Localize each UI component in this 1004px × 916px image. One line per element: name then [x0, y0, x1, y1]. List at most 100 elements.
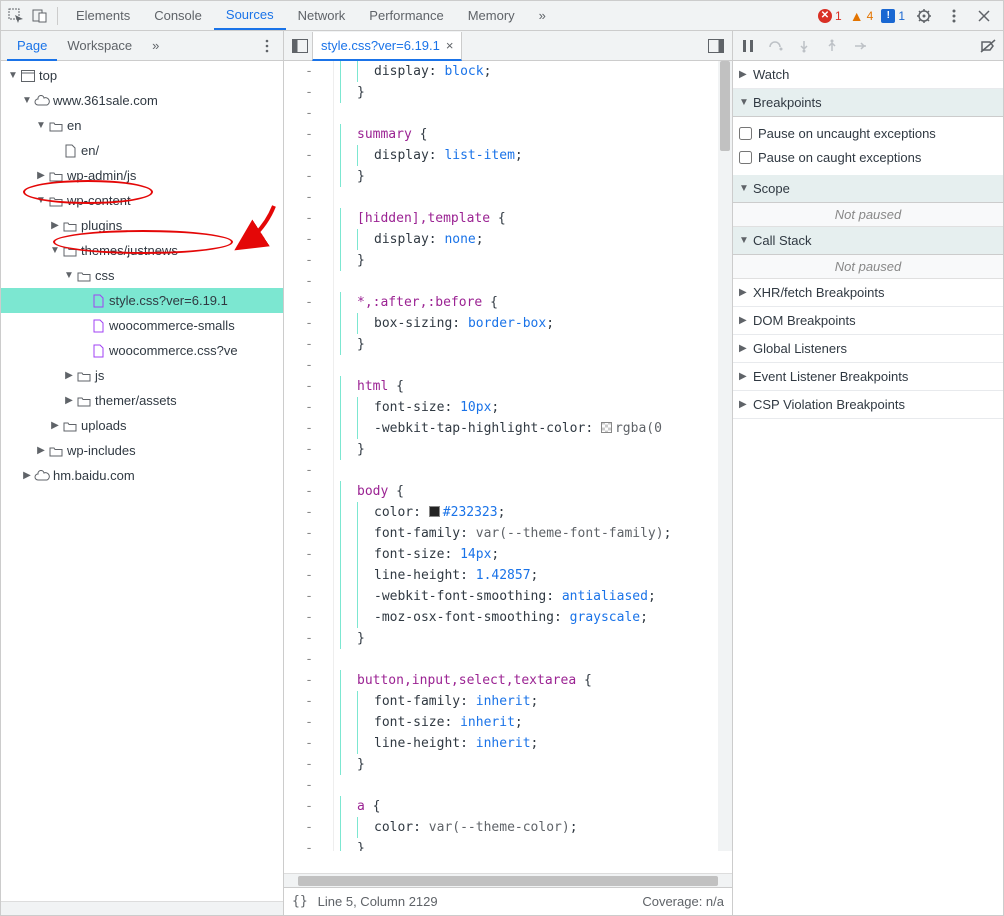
pause-uncaught-checkbox[interactable]	[739, 127, 752, 140]
tab-elements[interactable]: Elements	[64, 1, 142, 30]
gutter-line[interactable]: -	[284, 397, 334, 418]
gutter-line[interactable]: -	[284, 376, 334, 397]
chevron-down-icon[interactable]: ▼	[21, 95, 33, 106]
chevron-right-icon[interactable]: ▶	[49, 220, 61, 231]
editor-horizontal-scrollbar[interactable]	[284, 873, 732, 887]
subtab-workspace[interactable]: Workspace	[57, 31, 142, 60]
device-toggle-icon[interactable]	[29, 5, 51, 27]
gutter-line[interactable]: -	[284, 838, 334, 859]
tree-row[interactable]: style.css?ver=6.19.1	[1, 288, 283, 313]
chevron-right-icon[interactable]: ▶	[63, 395, 75, 406]
tree-row[interactable]: ▼wp-content	[1, 188, 283, 213]
tree-row[interactable]: ▶wp-admin/js	[1, 163, 283, 188]
chevron-right-icon[interactable]: ▶	[35, 170, 47, 181]
tree-row[interactable]: ▼www.361sale.com	[1, 88, 283, 113]
tab-network[interactable]: Network	[286, 1, 358, 30]
file-tab[interactable]: style.css?ver=6.19.1 ×	[312, 32, 462, 61]
step-over-icon[interactable]	[767, 39, 785, 53]
code-content[interactable]: display: block;} summary {display: list-…	[334, 61, 732, 851]
step-icon[interactable]	[851, 39, 869, 53]
tree-row[interactable]: ▶js	[1, 363, 283, 388]
editor-vertical-scrollbar[interactable]	[718, 61, 732, 851]
kebab-menu-icon[interactable]	[943, 5, 965, 27]
gutter-line[interactable]: -	[284, 250, 334, 271]
tab-performance[interactable]: Performance	[357, 1, 455, 30]
close-devtools-icon[interactable]	[973, 5, 995, 27]
gutter-line[interactable]: -	[284, 565, 334, 586]
errors-badge[interactable]: ✕1	[818, 9, 842, 23]
section-event[interactable]: ▶Event Listener Breakpoints	[733, 363, 1003, 391]
tree-row[interactable]: ▼css	[1, 263, 283, 288]
pause-caught-checkbox[interactable]	[739, 151, 752, 164]
gutter-line[interactable]: -	[284, 670, 334, 691]
chevron-down-icon[interactable]: ▼	[35, 195, 47, 206]
section-csp[interactable]: ▶CSP Violation Breakpoints	[733, 391, 1003, 419]
gutter-line[interactable]: -	[284, 502, 334, 523]
warnings-badge[interactable]: ▲4	[850, 9, 874, 23]
gutter-line[interactable]: -	[284, 166, 334, 187]
tree-row[interactable]: ▼en	[1, 113, 283, 138]
pause-icon[interactable]	[739, 39, 757, 53]
tree-horizontal-scrollbar[interactable]	[1, 901, 283, 915]
step-into-icon[interactable]	[795, 39, 813, 53]
tab-sources[interactable]: Sources	[214, 1, 286, 30]
gutter-line[interactable]: -	[284, 145, 334, 166]
gutter-line[interactable]: -	[284, 103, 334, 124]
deactivate-breakpoints-icon[interactable]	[979, 39, 997, 53]
issues-badge[interactable]: !1	[881, 9, 905, 23]
pause-caught-row[interactable]: Pause on caught exceptions	[739, 145, 997, 169]
gutter-line[interactable]: -	[284, 586, 334, 607]
tab-memory[interactable]: Memory	[456, 1, 527, 30]
pause-uncaught-row[interactable]: Pause on uncaught exceptions	[739, 121, 997, 145]
tree-row[interactable]: ▶wp-includes	[1, 438, 283, 463]
section-dom[interactable]: ▶DOM Breakpoints	[733, 307, 1003, 335]
chevron-right-icon[interactable]: ▶	[49, 420, 61, 431]
gutter-line[interactable]: -	[284, 334, 334, 355]
gutter-line[interactable]: -	[284, 775, 334, 796]
subtab-page[interactable]: Page	[7, 32, 57, 61]
gutter-line[interactable]: -	[284, 733, 334, 754]
gutter-line[interactable]: -	[284, 187, 334, 208]
tab-console[interactable]: Console	[142, 1, 214, 30]
gutter-line[interactable]: -	[284, 418, 334, 439]
gutter-line[interactable]: -	[284, 712, 334, 733]
chevron-down-icon[interactable]: ▼	[35, 120, 47, 131]
inspect-icon[interactable]	[5, 5, 27, 27]
subtab-more-icon[interactable]: »	[142, 31, 169, 60]
gutter-line[interactable]: -	[284, 292, 334, 313]
gutter-line[interactable]: -	[284, 124, 334, 145]
gutter-line[interactable]: -	[284, 544, 334, 565]
tree-row[interactable]: woocommerce.css?ve	[1, 338, 283, 363]
format-icon[interactable]: {}	[292, 894, 308, 909]
section-xhr[interactable]: ▶XHR/fetch Breakpoints	[733, 279, 1003, 307]
section-watch[interactable]: ▶Watch	[733, 61, 1003, 89]
gutter-line[interactable]: -	[284, 817, 334, 838]
tree-row[interactable]: ▼themes/justnews	[1, 238, 283, 263]
settings-icon[interactable]	[913, 5, 935, 27]
chevron-down-icon[interactable]: ▼	[49, 245, 61, 256]
gutter-line[interactable]: -	[284, 313, 334, 334]
tree-row[interactable]: woocommerce-smalls	[1, 313, 283, 338]
gutter-line[interactable]: -	[284, 82, 334, 103]
gutter-line[interactable]: -	[284, 460, 334, 481]
chevron-down-icon[interactable]: ▼	[7, 70, 19, 81]
toggle-navigator-icon[interactable]	[288, 34, 312, 58]
gutter-line[interactable]: -	[284, 628, 334, 649]
gutter-line[interactable]: -	[284, 355, 334, 376]
chevron-right-icon[interactable]: ▶	[63, 370, 75, 381]
section-scope[interactable]: ▼Scope	[733, 175, 1003, 203]
gutter-line[interactable]: -	[284, 439, 334, 460]
section-global[interactable]: ▶Global Listeners	[733, 335, 1003, 363]
gutter-line[interactable]: -	[284, 61, 334, 82]
chevron-right-icon[interactable]: ▶	[21, 470, 33, 481]
tree-row[interactable]: ▶hm.baidu.com	[1, 463, 283, 488]
tree-row[interactable]: ▶themer/assets	[1, 388, 283, 413]
gutter-line[interactable]: -	[284, 229, 334, 250]
gutter-line[interactable]: -	[284, 271, 334, 292]
navigator-menu-icon[interactable]	[257, 39, 277, 53]
code-editor[interactable]: -------------------------------------- d…	[284, 61, 732, 873]
step-out-icon[interactable]	[823, 39, 841, 53]
section-breakpoints[interactable]: ▼Breakpoints	[733, 89, 1003, 117]
gutter-line[interactable]: -	[284, 208, 334, 229]
chevron-down-icon[interactable]: ▼	[63, 270, 75, 281]
